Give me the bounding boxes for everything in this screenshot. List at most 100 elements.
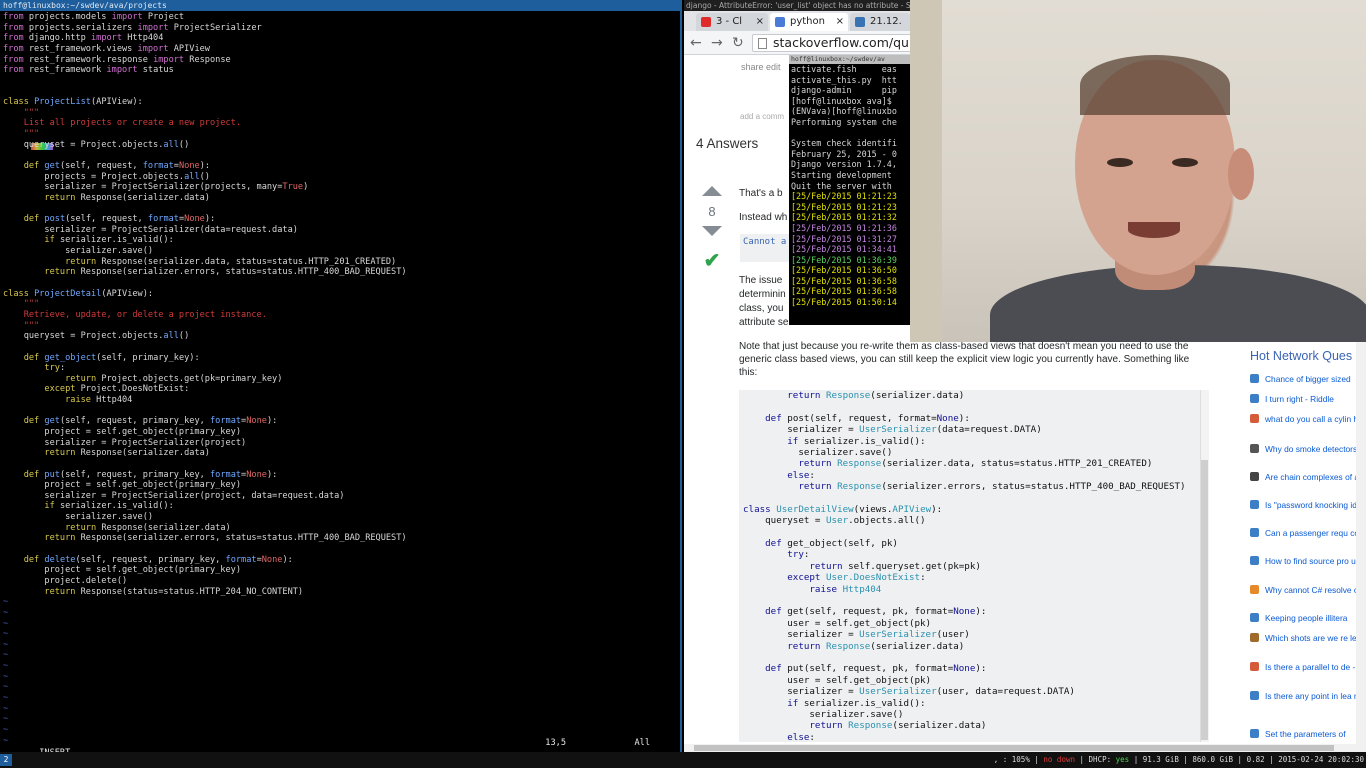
wifi-status: no down	[1043, 755, 1075, 764]
back-arrow-icon[interactable]: ←	[690, 35, 702, 51]
vote-widget: 8 ✔	[701, 186, 723, 273]
hot-question-link[interactable]: Chance of bigger sized	[1250, 374, 1358, 384]
person-eye	[1107, 158, 1133, 167]
tab-favicon-icon	[701, 17, 711, 27]
answers-heading: 4 Answers	[696, 136, 759, 151]
hot-question-link[interactable]: Set the parameters of	[1250, 729, 1358, 739]
person-hair	[1080, 55, 1230, 115]
site-favicon-icon	[1250, 585, 1259, 594]
hot-question-link[interactable]: Is there any point in lea meditation fro…	[1250, 691, 1358, 701]
hot-question-title: Why cannot C# resolve overload in this c…	[1265, 585, 1358, 595]
volume-status: , : 105% |	[993, 755, 1044, 764]
answer-code-block[interactable]: return Response(serializer.data) def pos…	[739, 390, 1209, 742]
terminal-line: [25/Feb/2015 01:31:27	[791, 233, 897, 244]
site-favicon-icon	[1250, 394, 1259, 403]
hot-question-link[interactable]: Is there a parallel to de - for buses?	[1250, 662, 1358, 672]
hot-question-link[interactable]: Keeping people illitera	[1250, 613, 1358, 623]
dhcp-label: | DHCP:	[1079, 755, 1116, 764]
hot-question-link[interactable]: Is "password knocking idea?	[1250, 500, 1358, 510]
answer-text-line: Instead wh	[739, 212, 788, 223]
person-ear	[1228, 148, 1254, 200]
hot-network-questions-heading: Hot Network Ques	[1250, 349, 1353, 363]
hot-question-title: Can a passenger requ cockpit during a fl…	[1265, 528, 1358, 538]
tab-close-icon[interactable]: ×	[756, 13, 764, 31]
hot-question-link[interactable]: How to find source pro unknown popup in …	[1250, 556, 1358, 566]
terminal-line: February 25, 2015 - 0	[791, 148, 897, 159]
hot-question-link[interactable]: I turn right - Riddle	[1250, 394, 1358, 404]
python-icon	[855, 17, 865, 27]
tab-label: python	[790, 16, 825, 27]
forward-arrow-icon[interactable]: →	[711, 35, 723, 51]
terminal-line: [25/Feb/2015 01:34:41	[791, 244, 897, 255]
scrollbar-thumb[interactable]	[1201, 460, 1208, 740]
accepted-check-icon: ✔	[703, 250, 721, 272]
reload-icon[interactable]: ↻	[732, 35, 744, 51]
tab-2[interactable]: python ×	[770, 13, 848, 31]
site-favicon-icon	[1250, 556, 1259, 565]
page-icon	[758, 38, 767, 49]
hot-question-title: what do you call a cylin hole down the c…	[1265, 414, 1358, 424]
hot-question-title: Is "password knocking idea?	[1265, 500, 1358, 510]
terminal-title: hoff@linuxbox:~/swdev/ava/projects	[0, 0, 680, 11]
workspace-indicator[interactable]: 2	[0, 754, 12, 766]
hot-question-title: Set the parameters of	[1265, 729, 1346, 739]
terminal-line: [25/Feb/2015 01:50:14	[791, 297, 897, 308]
terminal-line: django-admin pip	[791, 85, 897, 96]
answer-text-line: That's a b	[739, 188, 783, 199]
downvote-arrow-icon[interactable]	[702, 226, 722, 236]
dhcp-value: yes	[1115, 755, 1130, 764]
hot-question-title: Is there a parallel to de - for buses?	[1265, 662, 1358, 672]
tab-1[interactable]: 3 - Cl ×	[696, 13, 768, 31]
answer-text-line: class, you	[739, 303, 784, 314]
person-mouth	[1128, 222, 1180, 238]
hot-question-title: Which shots are we re least twice daily …	[1265, 633, 1358, 643]
site-favicon-icon	[1250, 662, 1259, 671]
share-edit-links[interactable]: share edit	[741, 62, 781, 72]
tab-close-icon[interactable]: ×	[836, 13, 844, 31]
hot-question-link[interactable]: Can a passenger requ cockpit during a fl…	[1250, 528, 1358, 538]
site-favicon-icon	[1250, 528, 1259, 537]
terminal-line: [25/Feb/2015 01:21:32	[791, 212, 897, 223]
answer-paragraph: Note that just because you re-write them…	[739, 341, 1190, 378]
vim-terminal-window[interactable]: hoff@linuxbox:~/swdev/ava/projects from …	[0, 0, 682, 758]
hot-question-link[interactable]: Are chain complexes of always injective?	[1250, 472, 1358, 482]
site-favicon-icon	[1250, 729, 1259, 738]
terminal-line: [25/Feb/2015 01:36:58	[791, 275, 897, 286]
horizontal-scrollbar[interactable]	[684, 744, 1356, 752]
code-snippet-text: Cannot a	[743, 237, 787, 247]
site-favicon-icon	[1250, 414, 1259, 423]
server-terminal-window[interactable]: hoff@linuxbox:~/swdev/av activate.fish e…	[789, 55, 911, 325]
page-scrollbar[interactable]	[1356, 340, 1366, 752]
hot-question-title: Are chain complexes of always injective?	[1265, 472, 1358, 482]
hot-question-link[interactable]: what do you call a cylin hole down the c…	[1250, 414, 1358, 424]
answer-text-line: determinin	[739, 289, 786, 300]
terminal-line: Performing system che	[791, 116, 897, 127]
hot-question-title: Keeping people illitera	[1265, 613, 1348, 623]
site-favicon-icon	[1250, 613, 1259, 622]
add-comment-link[interactable]: add a comm	[740, 112, 784, 121]
hot-question-link[interactable]: Why do smoke detectors batteries?	[1250, 444, 1358, 454]
hot-question-link[interactable]: Why cannot C# resolve overload in this c…	[1250, 585, 1358, 595]
site-favicon-icon	[1250, 374, 1259, 383]
system-status-bar: 2 , : 105% | no down | DHCP: yes | 91.3 …	[0, 752, 1366, 768]
terminal-line: (ENVava)[hoff@linuxbo	[791, 106, 897, 117]
site-favicon-icon	[1250, 633, 1259, 642]
answer-text-line: The issue	[739, 275, 783, 286]
tab-3[interactable]: 21.12.	[850, 13, 910, 31]
scrollbar-thumb[interactable]	[694, 745, 1334, 751]
terminal-line: Django version 1.7.4,	[791, 159, 897, 170]
hot-question-title: How to find source pro unknown popup in …	[1265, 556, 1358, 566]
terminal-line: System check identifi	[791, 138, 897, 149]
upvote-arrow-icon[interactable]	[702, 186, 722, 196]
google-icon	[775, 17, 785, 27]
terminal-line: activate_this.py htt	[791, 74, 897, 85]
hot-question-link[interactable]: Which shots are we re least twice daily …	[1250, 633, 1358, 643]
terminal-line: [25/Feb/2015 01:36:58	[791, 286, 897, 297]
tab-label: 21.12.	[870, 16, 902, 27]
hot-question-title: Why do smoke detectors batteries?	[1265, 444, 1358, 454]
code-editor[interactable]: from projects.models import Project from…	[3, 12, 678, 746]
vote-count: 8	[708, 204, 716, 219]
code-block-scrollbar[interactable]	[1200, 390, 1209, 742]
terminal-line: activate.fish eas	[791, 64, 897, 74]
terminal-line: [hoff@linuxbox ava]$	[791, 95, 892, 106]
